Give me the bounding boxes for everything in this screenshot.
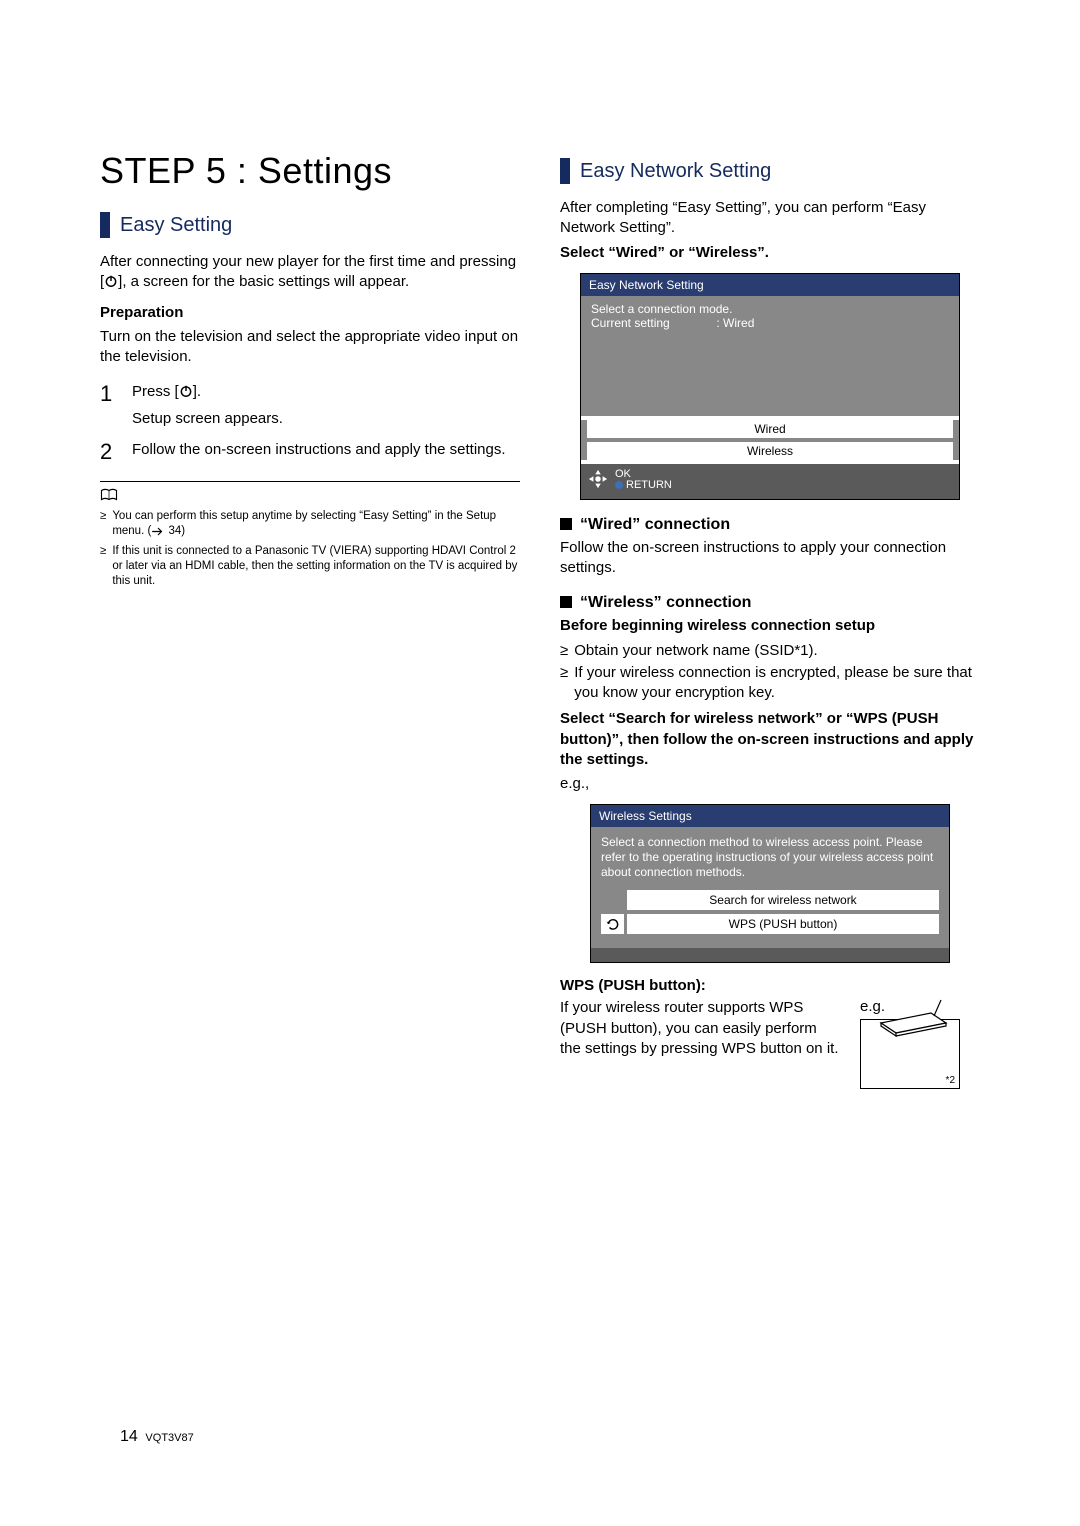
- option-wps-push[interactable]: WPS (PUSH button): [601, 914, 939, 934]
- step1-sub: Setup screen appears.: [132, 408, 520, 429]
- page-footer: 14 VQT3V87: [120, 1428, 194, 1446]
- wireless-before: Before beginning wireless connection set…: [560, 616, 980, 636]
- step-number: 1: [100, 381, 122, 407]
- step1-a: Press [: [132, 383, 179, 400]
- page: STEP 5 : Settings Easy Setting After con…: [0, 0, 1080, 1526]
- wps-row: If your wireless router supports WPS (PU…: [560, 998, 980, 1089]
- page-number: 14: [120, 1428, 138, 1445]
- step1-b: ].: [193, 383, 201, 400]
- heading-bar-icon: [560, 158, 570, 184]
- wired-heading: “Wired” connection: [560, 516, 980, 534]
- intro-text-b: ], a screen for the basic settings will …: [118, 273, 409, 290]
- bullet-dot-icon: ≥: [560, 641, 568, 661]
- step-body: Press []. Setup screen appears.: [132, 381, 520, 429]
- panel-line2: Current setting : Wired: [591, 316, 949, 330]
- wired-heading-text: “Wired” connection: [580, 516, 730, 533]
- step-2: 2 Follow the on-screen instructions and …: [100, 439, 520, 465]
- power-icon: [179, 383, 193, 404]
- step2-text: Follow the on-screen instructions and ap…: [132, 439, 520, 460]
- note-item: ≥ If this unit is connected to a Panason…: [100, 544, 520, 589]
- separator: [100, 481, 520, 482]
- wireless-heading: “Wireless” connection: [560, 594, 980, 612]
- network-setting-panel: Easy Network Setting Select a connection…: [580, 273, 960, 500]
- wps-refresh-icon: [601, 914, 627, 934]
- panel-return: RETURN: [626, 479, 672, 491]
- panel2-desc: Select a connection method to wireless a…: [601, 835, 939, 880]
- wps-ref: *2: [946, 1075, 955, 1086]
- list-item: ≥If your wireless connection is encrypte…: [560, 663, 980, 704]
- bullet-dot-icon: ≥: [100, 509, 106, 542]
- note-book-icon: [100, 488, 118, 507]
- step-number: 2: [100, 439, 122, 465]
- left-column: STEP 5 : Settings Easy Setting After con…: [100, 150, 520, 1089]
- wireless-b1: Obtain your network name (SSID*1).: [574, 641, 817, 661]
- panel2-bottom-strip: [591, 948, 949, 962]
- heading-bar-icon: [100, 212, 110, 238]
- select-text: Select “Wired” or “Wireless”.: [560, 243, 980, 263]
- panel-options: Wired Wireless: [581, 420, 959, 460]
- blank-cell: [601, 890, 627, 910]
- panel-title: Easy Network Setting: [581, 274, 959, 296]
- wireless-select: Select “Search for wireless network” or …: [560, 709, 980, 770]
- right-column: Easy Network Setting After completing “E…: [560, 150, 980, 1089]
- option-search-label: Search for wireless network: [627, 890, 939, 910]
- wireless-settings-panel: Wireless Settings Select a connection me…: [590, 804, 950, 963]
- wireless-b2: If your wireless connection is encrypted…: [574, 663, 980, 704]
- step1-line: Press [].: [132, 381, 520, 404]
- return-dot-icon: [615, 481, 623, 489]
- easy-setting-heading: Easy Setting: [100, 212, 520, 238]
- cross-ref-icon: [151, 526, 165, 542]
- wps-text: If your wireless router supports WPS (PU…: [560, 998, 840, 1059]
- option-wps-label: WPS (PUSH button): [627, 914, 939, 934]
- two-column-layout: STEP 5 : Settings Easy Setting After con…: [100, 150, 980, 1089]
- note-text: You can perform this setup anytime by se…: [112, 509, 520, 542]
- square-bullet-icon: [560, 518, 572, 530]
- numbered-steps: 1 Press []. Setup screen appears. 2 Foll…: [100, 381, 520, 465]
- eg-label: e.g.,: [560, 774, 980, 794]
- notes: ≥ You can perform this setup anytime by …: [100, 509, 520, 589]
- panel2-body: Select a connection method to wireless a…: [591, 827, 949, 948]
- power-icon: [104, 274, 118, 294]
- ok-return-group: OK RETURN: [615, 469, 672, 491]
- easy-network-heading-text: Easy Network Setting: [580, 160, 771, 183]
- wps-figure: e.g. *2: [860, 998, 980, 1089]
- square-bullet-icon: [560, 596, 572, 608]
- router-icon: [871, 998, 951, 1043]
- note-item: ≥ You can perform this setup anytime by …: [100, 509, 520, 542]
- option-wireless[interactable]: Wireless: [587, 442, 953, 460]
- option-search-network[interactable]: Search for wireless network: [601, 890, 939, 910]
- panel-line2-value: : Wired: [716, 316, 754, 330]
- preparation-label: Preparation: [100, 303, 520, 323]
- wired-text: Follow the on-screen instructions to app…: [560, 538, 980, 579]
- step-1: 1 Press []. Setup screen appears.: [100, 381, 520, 429]
- dpad-icon: [587, 468, 609, 493]
- panel-line2-label: Current setting: [591, 316, 670, 330]
- wps-title: WPS (PUSH button):: [560, 977, 980, 994]
- doc-code: VQT3V87: [145, 1432, 193, 1444]
- after-text: After completing “Easy Setting”, you can…: [560, 198, 980, 239]
- option-wired[interactable]: Wired: [587, 420, 953, 438]
- preparation-text: Turn on the television and select the ap…: [100, 327, 520, 368]
- panel2-title: Wireless Settings: [591, 805, 949, 827]
- wireless-heading-text: “Wireless” connection: [580, 594, 751, 611]
- easy-setting-heading-text: Easy Setting: [120, 214, 232, 237]
- router-box: *2: [860, 1019, 960, 1089]
- panel-line1: Select a connection mode.: [591, 302, 949, 316]
- bullet-dot-icon: ≥: [100, 544, 106, 589]
- bullet-dot-icon: ≥: [560, 663, 568, 704]
- step-title: STEP 5 : Settings: [100, 150, 520, 192]
- list-item: ≥ Obtain your network name (SSID*1).: [560, 641, 980, 661]
- wireless-bullets: ≥Obtain your network name (SSID*1). ≥If …: [560, 641, 980, 704]
- intro-text: After connecting your new player for the…: [100, 252, 520, 295]
- note2-text: If this unit is connected to a Panasonic…: [112, 544, 520, 589]
- note1-ref: 34): [165, 525, 185, 537]
- easy-network-heading: Easy Network Setting: [560, 158, 980, 184]
- panel-body: Select a connection mode. Current settin…: [581, 296, 959, 416]
- panel-footer: OK RETURN: [581, 464, 959, 499]
